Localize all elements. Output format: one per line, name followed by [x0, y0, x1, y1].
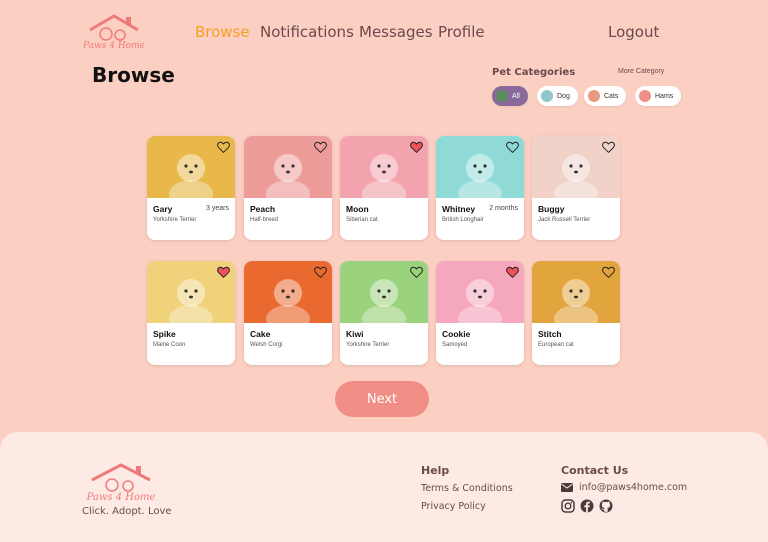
pet-name: Cookie: [442, 329, 471, 339]
cat-icon: [588, 90, 600, 102]
mail-icon: [561, 483, 573, 492]
favorite-heart-icon[interactable]: [217, 141, 230, 153]
terms-link[interactable]: Terms & Conditions: [421, 483, 513, 494]
svg-text:Paws 4 Home: Paws 4 Home: [86, 492, 155, 503]
contact-heading: Contact Us: [561, 464, 629, 477]
pet-breed: Samoyed: [442, 342, 468, 348]
pet-name: Peach: [250, 204, 276, 214]
pet-name: Cake: [250, 329, 271, 339]
contact-email: info@paws4home.com: [579, 482, 688, 493]
nav-profile[interactable]: Profile: [438, 23, 485, 41]
chip-label: All: [512, 92, 520, 100]
footer-logo: Paws 4 Home: [86, 463, 155, 503]
footer: Paws 4 Home Click. Adopt. Love Help Term…: [0, 432, 768, 542]
svg-text:Paws 4 Home: Paws 4 Home: [84, 41, 144, 51]
pet-name: Spike: [153, 329, 176, 339]
pet-card-gary[interactable]: Gary 3 years Yorkshire Terrier: [147, 136, 235, 240]
pet-breed: Jack Russell Terrier: [538, 217, 591, 223]
favorite-heart-icon[interactable]: [410, 266, 423, 278]
instagram-icon[interactable]: [561, 499, 575, 513]
footer-tagline: Click. Adopt. Love: [82, 506, 172, 517]
categories-title: Pet Categories: [492, 67, 576, 78]
pet-name: Moon: [346, 204, 369, 214]
category-chip-cats[interactable]: Cats: [584, 86, 627, 106]
pet-name: Buggy: [538, 204, 565, 214]
nav-messages[interactable]: Messages: [359, 23, 433, 41]
category-chip-dog[interactable]: Dog: [537, 86, 578, 106]
favorite-heart-icon[interactable]: [506, 141, 519, 153]
favorite-heart-icon[interactable]: [410, 141, 423, 153]
pet-card-stitch[interactable]: Stitch European cat: [532, 261, 620, 365]
pet-name: Kiwi: [346, 329, 364, 339]
chip-label: Hams: [655, 92, 674, 100]
pet-name: Gary: [153, 204, 173, 214]
help-heading: Help: [421, 464, 450, 477]
pet-name: Stitch: [538, 329, 562, 339]
pet-card-whitney[interactable]: Whitney 2 months British Longhair: [436, 136, 524, 240]
favorite-heart-icon[interactable]: [314, 141, 327, 153]
hamster-icon: [639, 90, 651, 102]
pet-card-cookie[interactable]: Cookie Samoyed: [436, 261, 524, 365]
favorite-heart-icon[interactable]: [314, 266, 327, 278]
category-chip-all[interactable]: All: [492, 86, 528, 106]
pet-card-cake[interactable]: Cake Welsh Corgi: [244, 261, 332, 365]
social-links: [561, 499, 613, 513]
more-category-link[interactable]: More Category: [618, 68, 664, 75]
page-title: Browse: [92, 63, 175, 87]
pet-breed: Welsh Corgi: [250, 342, 283, 348]
favorite-heart-icon[interactable]: [602, 141, 615, 153]
pet-breed: Yorkshire Terrier: [346, 342, 390, 348]
pet-card-buggy[interactable]: Buggy Jack Russell Terrier: [532, 136, 620, 240]
next-button[interactable]: Next: [335, 381, 429, 417]
email-row[interactable]: info@paws4home.com: [561, 482, 687, 493]
pet-age: 2 months: [489, 205, 518, 212]
pet-card-moon[interactable]: Moon Siberian cat: [340, 136, 428, 240]
category-chip-hams[interactable]: Hams: [635, 86, 682, 106]
pet-card-kiwi[interactable]: Kiwi Yorkshire Terrier: [340, 261, 428, 365]
pet-breed: Maine Coon: [153, 342, 186, 348]
privacy-link[interactable]: Privacy Policy: [421, 501, 486, 512]
pet-breed: European cat: [538, 342, 574, 348]
nav-notifications[interactable]: Notifications: [260, 23, 354, 41]
chip-label: Dog: [557, 92, 570, 100]
logout-link[interactable]: Logout: [608, 23, 659, 41]
nav-browse[interactable]: Browse: [195, 23, 250, 41]
dog-icon: [541, 90, 553, 102]
pet-breed: Half-breed: [250, 217, 279, 223]
pet-breed: Yorkshire Terrier: [153, 217, 197, 223]
favorite-heart-icon[interactable]: [217, 266, 230, 278]
paw-icon: [496, 90, 508, 102]
pet-age: 3 years: [206, 205, 229, 212]
github-icon[interactable]: [599, 499, 613, 513]
favorite-heart-icon[interactable]: [506, 266, 519, 278]
pet-card-peach[interactable]: Peach Half-breed: [244, 136, 332, 240]
pet-breed: British Longhair: [442, 217, 484, 223]
chip-label: Cats: [604, 92, 619, 100]
facebook-icon[interactable]: [580, 499, 594, 513]
pet-breed: Siberian cat: [346, 217, 378, 223]
pet-card-spike[interactable]: Spike Maine Coon: [147, 261, 235, 365]
favorite-heart-icon[interactable]: [602, 266, 615, 278]
paws4home-logo[interactable]: Paws 4 Home: [84, 12, 144, 52]
pet-name: Whitney: [442, 204, 476, 214]
